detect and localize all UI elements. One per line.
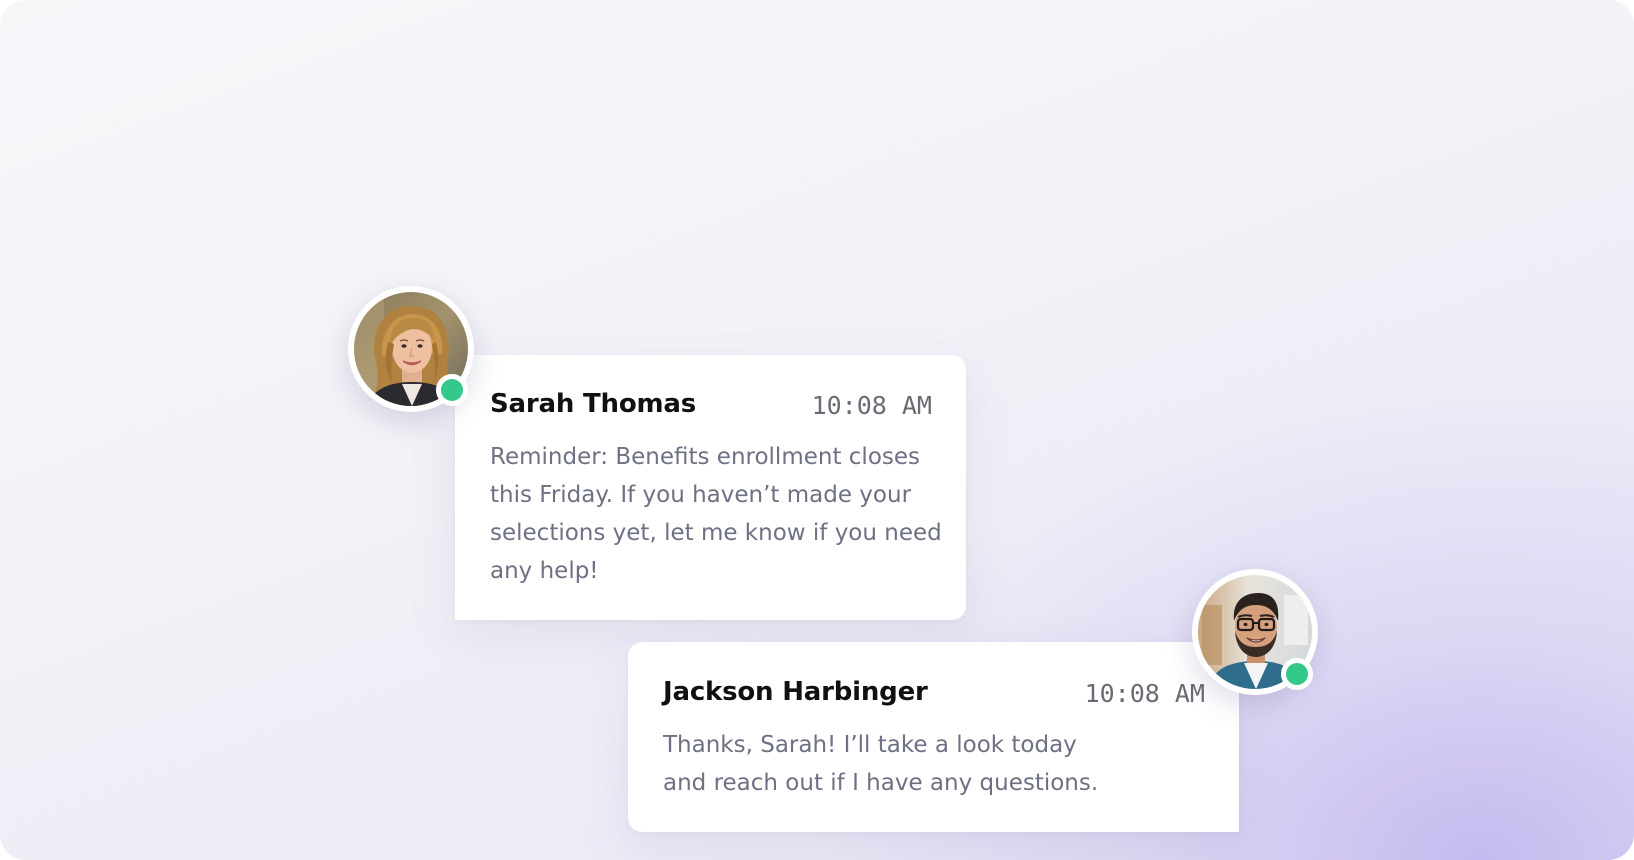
chat-canvas: Sarah Thomas 10:08 AM Reminder: Benefits… xyxy=(0,0,1634,860)
message-text: Thanks, Sarah! I’ll take a look today an… xyxy=(663,732,1099,796)
online-status-indicator xyxy=(1281,658,1313,690)
online-status-indicator xyxy=(436,374,468,406)
message-card-sarah[interactable]: Sarah Thomas 10:08 AM Reminder: Benefits… xyxy=(455,355,966,620)
message-text: Reminder: Benefits enrollment closes thi… xyxy=(490,444,942,584)
sender-name: Sarah Thomas xyxy=(490,389,697,419)
avatar-sarah[interactable] xyxy=(348,286,474,412)
message-card-jackson[interactable]: Jackson Harbinger 10:08 AM Thanks, Sarah… xyxy=(628,642,1239,832)
message-timestamp: 10:08 AM xyxy=(811,391,932,420)
avatar-jackson[interactable] xyxy=(1192,569,1318,695)
sender-name: Jackson Harbinger xyxy=(663,677,928,707)
message-timestamp: 10:08 AM xyxy=(1084,679,1205,708)
